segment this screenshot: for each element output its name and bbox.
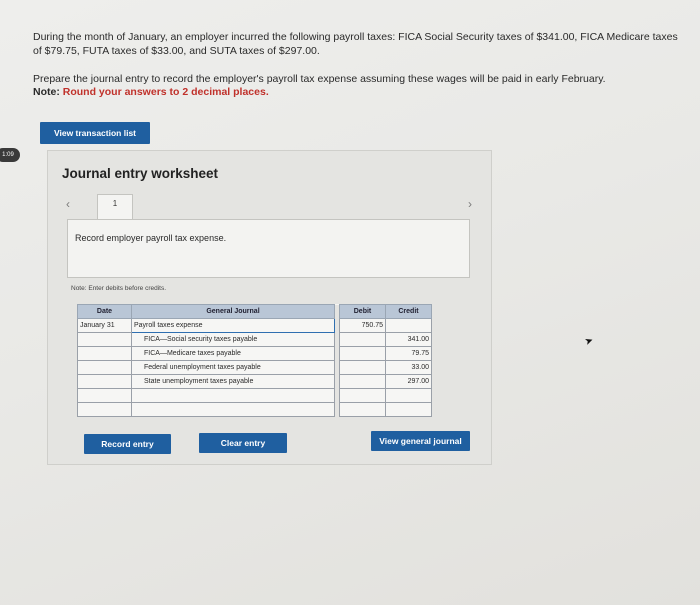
credit-cell[interactable] [385,318,432,333]
account-cell[interactable]: Federal unemployment taxes payable [131,360,335,375]
worksheet-title: Journal entry worksheet [62,166,219,181]
date-cell[interactable] [77,346,132,361]
table-row [77,388,432,403]
chevron-right-icon[interactable]: › [468,197,472,211]
account-cell[interactable] [131,388,335,403]
clear-entry-button[interactable]: Clear entry [199,433,287,453]
account-cell[interactable] [131,402,335,417]
debits-before-credits-note: Note: Enter debits before credits. [71,285,167,292]
date-header: Date [77,304,132,319]
note-label: Note: [33,86,60,98]
view-general-journal-button[interactable]: View general journal [371,431,470,451]
view-transaction-list-button[interactable]: View transaction list [40,122,150,144]
timer-badge: 1:09 [0,148,20,162]
account-cell[interactable]: FICA—Social security taxes payable [131,332,335,347]
instruction-text: Prepare the journal entry to record the … [33,73,606,85]
date-cell[interactable] [77,388,132,403]
debit-header: Debit [339,304,386,319]
date-cell[interactable] [77,402,132,417]
credit-cell[interactable]: 33.00 [385,360,432,375]
journal-header-row: Date General Journal Debit Credit [77,304,432,319]
question-text: During the month of January, an employer… [33,31,678,57]
debit-cell[interactable] [339,360,386,375]
debit-cell[interactable] [339,332,386,347]
table-row [77,402,432,417]
debit-cell[interactable] [339,374,386,389]
date-cell[interactable] [77,374,132,389]
table-row: January 31 Payroll taxes expense 750.75 [77,318,432,333]
credit-cell[interactable]: 297.00 [385,374,432,389]
date-cell[interactable]: January 31 [77,318,132,333]
rounding-note: Note: Round your answers to 2 decimal pl… [33,86,269,98]
debit-cell[interactable] [339,388,386,403]
debit-cell[interactable] [339,346,386,361]
table-row: FICA—Medicare taxes payable 79.75 [77,346,432,361]
account-cell[interactable]: Payroll taxes expense [131,318,335,333]
record-description-box [67,219,470,278]
credit-cell[interactable] [385,388,432,403]
general-journal-table: Date General Journal Debit Credit Januar… [77,304,432,417]
debit-cell[interactable] [339,402,386,417]
chevron-left-icon[interactable]: ‹ [66,197,70,211]
mouse-pointer-icon: ➤ [583,334,596,349]
debit-cell[interactable]: 750.75 [339,318,386,333]
account-cell[interactable]: FICA—Medicare taxes payable [131,346,335,361]
credit-cell[interactable] [385,402,432,417]
worksheet-tab-1[interactable]: 1 [97,194,133,221]
date-cell[interactable] [77,360,132,375]
table-row: FICA—Social security taxes payable 341.0… [77,332,432,347]
note-text: Round your answers to 2 decimal places. [62,86,269,98]
date-cell[interactable] [77,332,132,347]
credit-header: Credit [385,304,432,319]
table-row: Federal unemployment taxes payable 33.00 [77,360,432,375]
record-entry-button[interactable]: Record entry [84,434,171,454]
general-journal-header: General Journal [131,304,335,319]
record-description: Record employer payroll tax expense. [75,233,227,243]
credit-cell[interactable]: 341.00 [385,332,432,347]
account-cell[interactable]: State unemployment taxes payable [131,374,335,389]
table-row: State unemployment taxes payable 297.00 [77,374,432,389]
credit-cell[interactable]: 79.75 [385,346,432,361]
